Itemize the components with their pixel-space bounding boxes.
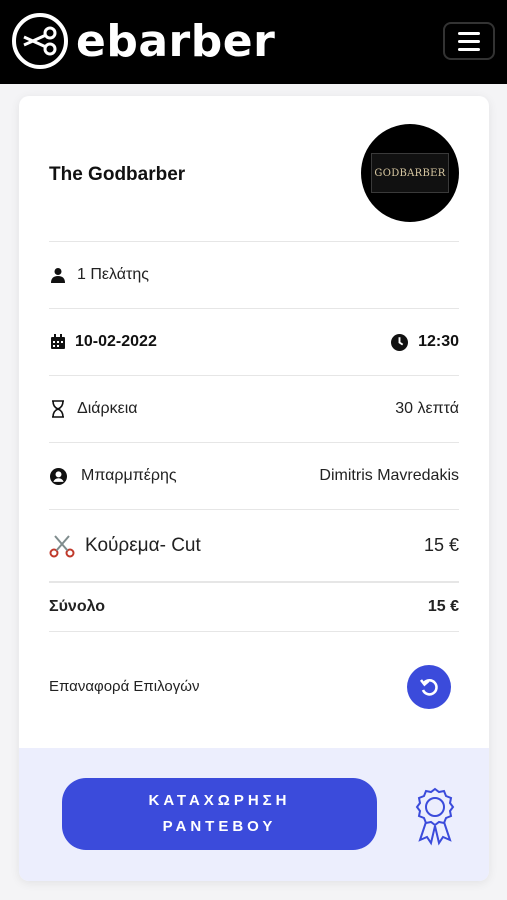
duration-row: Διάρκεια 30 λεπτά [49, 375, 459, 442]
shop-name: The Godbarber [49, 164, 186, 185]
user-circle-icon [49, 467, 67, 485]
reset-button[interactable] [407, 664, 451, 709]
brand-logo[interactable]: ebarber [12, 12, 275, 70]
total-label: Σύνολο [49, 598, 106, 615]
total-value: 15 € [427, 598, 459, 615]
clients-row: 1 Πελάτης [49, 241, 459, 308]
barber-value: Dimitris Mavredakis [319, 467, 459, 484]
top-navbar: ebarber [0, 0, 507, 84]
service-price: 15 € [423, 535, 459, 555]
clock-icon [390, 333, 408, 351]
shop-header: The Godbarber GODBARBER [49, 124, 459, 242]
booking-time: 12:30 [418, 333, 459, 350]
booking-card: The Godbarber GODBARBER 1 Πελάτης 10-02-… [19, 96, 489, 881]
service-row: Κούρεμα- Cut 15 € [49, 509, 459, 581]
booking-footer: ΚΑΤΑΧΩΡΗΣΗ ΡΑΝΤΕΒΟΥ [19, 748, 489, 881]
menu-button[interactable] [443, 22, 495, 60]
booking-date: 10-02-2022 [75, 333, 157, 350]
shop-avatar-logo: GODBARBER [371, 153, 449, 193]
booking-details: 1 Πελάτης 10-02-2022 12:30 Διάρκεια 30 λ… [49, 241, 459, 741]
submit-appointment-button[interactable]: ΚΑΤΑΧΩΡΗΣΗ ΡΑΝΤΕΒΟΥ [62, 778, 377, 850]
undo-icon [419, 678, 438, 696]
total-row: Σύνολο 15 € [49, 581, 459, 631]
service-name: Κούρεμα- Cut [85, 534, 201, 556]
hourglass-icon [49, 400, 67, 418]
barber-row: Μπαρμπέρης Dimitris Mavredakis [49, 442, 459, 509]
clients-text: 1 Πελάτης [77, 266, 149, 283]
duration-value: 30 λεπτά [395, 400, 459, 417]
scissors-icon [49, 533, 75, 559]
datetime-row: 10-02-2022 12:30 [49, 308, 459, 375]
hamburger-icon [458, 31, 480, 35]
brand-name: ebarber [76, 15, 276, 67]
shop-avatar: GODBARBER [361, 124, 459, 222]
barber-label: Μπαρμπέρης [81, 467, 177, 484]
reset-label: Επαναφορά Επιλογών [49, 678, 200, 695]
calendar-icon [49, 333, 67, 351]
reset-row: Επαναφορά Επιλογών [49, 631, 459, 741]
award-badge-icon [412, 786, 458, 846]
user-icon [49, 266, 67, 284]
scissors-logo-icon [12, 13, 68, 69]
duration-label: Διάρκεια [77, 400, 138, 417]
